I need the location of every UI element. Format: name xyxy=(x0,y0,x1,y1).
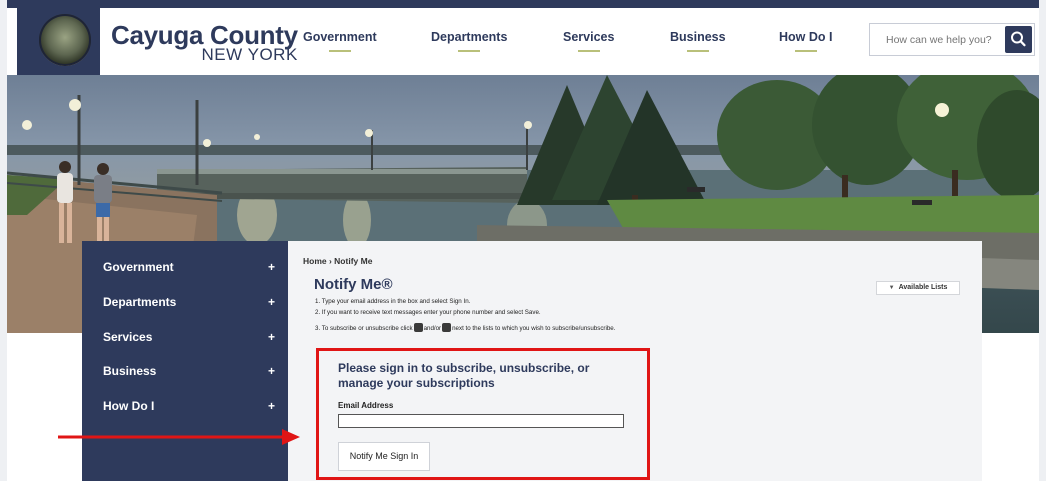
search-input[interactable] xyxy=(870,24,1002,55)
brand-subtitle: NEW YORK xyxy=(201,45,298,64)
sidebar-item-government[interactable]: Government + xyxy=(103,260,283,280)
brand-wordmark[interactable]: Cayuga County NEW YORK xyxy=(111,22,298,64)
sidebar-item-label: Departments xyxy=(103,295,177,309)
email-notify-icon xyxy=(413,323,423,332)
county-seal-logo xyxy=(39,14,91,66)
nav-government[interactable]: Government xyxy=(303,30,377,52)
expand-plus-icon[interactable]: + xyxy=(268,364,275,378)
search-box xyxy=(869,23,1035,56)
nav-services[interactable]: Services xyxy=(563,30,614,52)
nav-departments[interactable]: Departments xyxy=(431,30,507,52)
main-content: Home › Notify Me Notify Me® 1. Type your… xyxy=(288,241,982,481)
dropdown-triangle-icon: ▼ xyxy=(888,285,895,291)
expand-plus-icon[interactable]: + xyxy=(268,330,275,344)
sidebar-item-business[interactable]: Business + xyxy=(103,364,283,384)
instruction-step-3-part-1: 3. To subscribe or unsubscribe click xyxy=(315,325,413,332)
available-lists-label: Available Lists xyxy=(898,284,948,291)
email-label: Email Address xyxy=(338,401,394,410)
sidebar-item-label: Services xyxy=(103,330,153,344)
sidebar-item-how-do-i[interactable]: How Do I + xyxy=(103,399,283,419)
email-field[interactable] xyxy=(338,414,624,428)
logo-link[interactable] xyxy=(17,8,100,75)
sms-notify-icon xyxy=(442,323,452,332)
signin-panel-highlighted: Please sign in to subscribe, unsubscribe… xyxy=(316,348,650,480)
section-sidebar: Government + Departments + Services + Bu… xyxy=(82,241,288,481)
expand-plus-icon[interactable]: + xyxy=(268,399,275,413)
expand-plus-icon[interactable]: + xyxy=(268,260,275,274)
page-margin-right xyxy=(1039,0,1046,481)
instruction-step-2: 2. If you want to receive text messages … xyxy=(315,309,541,316)
sidebar-item-label: How Do I xyxy=(103,399,155,413)
search-button[interactable] xyxy=(1005,26,1032,53)
signin-heading: Please sign in to subscribe, unsubscribe… xyxy=(338,361,590,390)
site-header: Cayuga County NEW YORK Government Depart… xyxy=(7,8,1039,75)
instruction-step-3: 3. To subscribe or unsubscribe click and/… xyxy=(315,323,615,332)
search-icon xyxy=(1011,31,1026,47)
instruction-step-3-part-2: and/or xyxy=(423,325,442,332)
nav-business[interactable]: Business xyxy=(670,30,726,52)
nav-how-do-i[interactable]: How Do I xyxy=(779,30,832,52)
sidebar-item-label: Government xyxy=(103,260,174,274)
instruction-step-1: 1. Type your email address in the box an… xyxy=(315,298,471,305)
breadcrumb[interactable]: Home › Notify Me xyxy=(303,256,372,266)
page-title: Notify Me® xyxy=(314,276,393,293)
sidebar-item-services[interactable]: Services + xyxy=(103,330,283,350)
sidebar-item-departments[interactable]: Departments + xyxy=(103,295,283,315)
notify-me-sign-in-button[interactable]: Notify Me Sign In xyxy=(338,442,430,471)
sidebar-item-label: Business xyxy=(103,364,157,378)
page-margin-left xyxy=(0,0,7,481)
top-accent-strip xyxy=(7,0,1039,8)
expand-plus-icon[interactable]: + xyxy=(268,295,275,309)
instruction-step-3-part-3: next to the lists to which you wish to s… xyxy=(452,325,616,332)
available-lists-button[interactable]: ▼ Available Lists xyxy=(876,281,960,295)
